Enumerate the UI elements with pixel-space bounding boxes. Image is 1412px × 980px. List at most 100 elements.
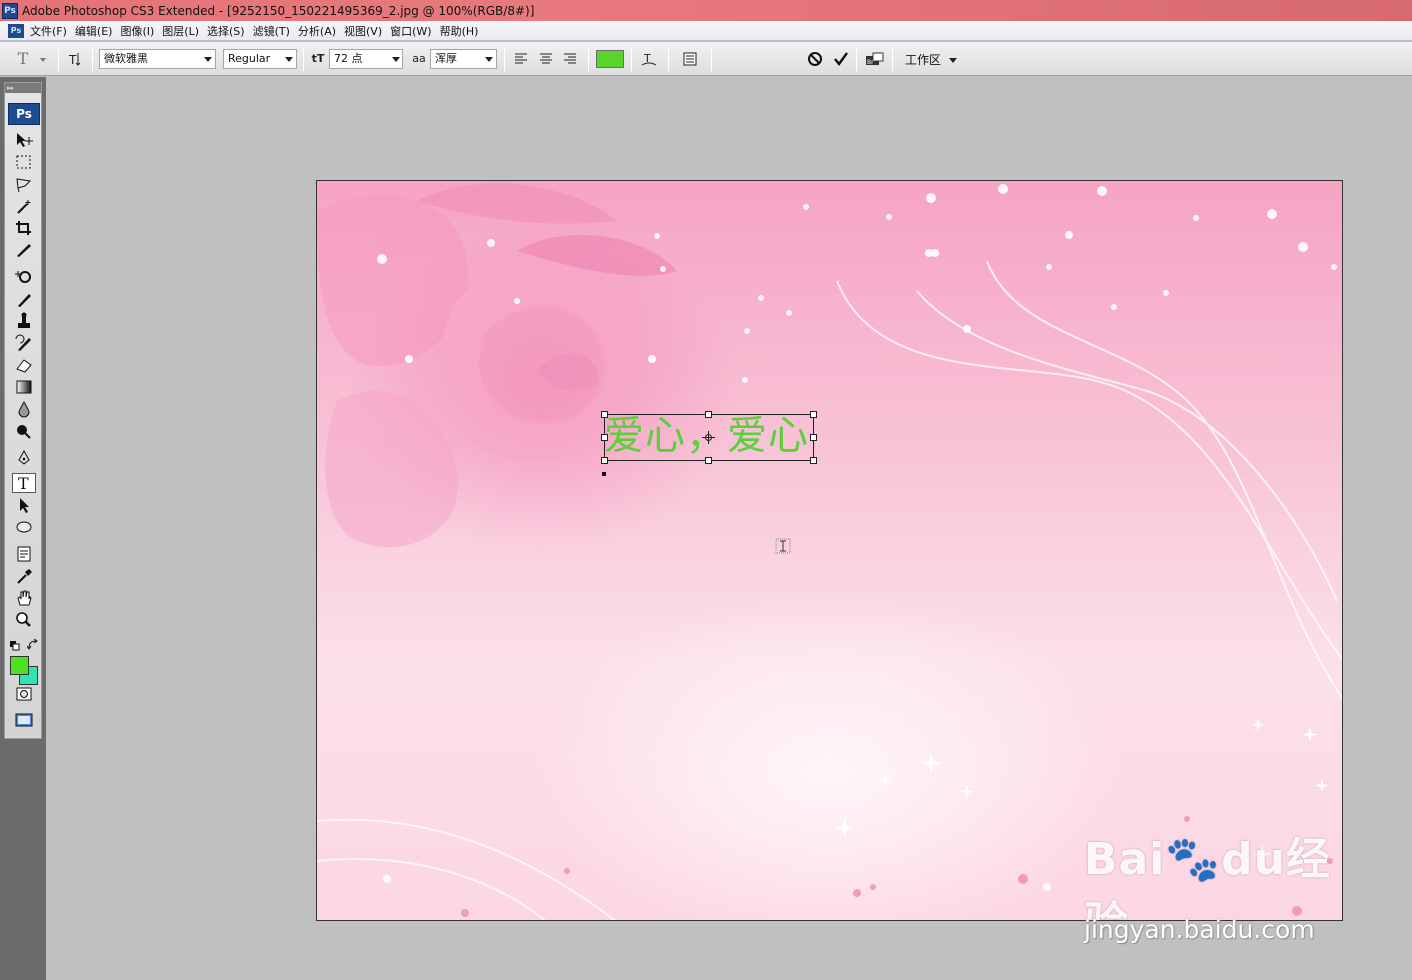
text-color-swatch[interactable] [596, 50, 624, 68]
separator [504, 47, 505, 71]
separator [58, 47, 59, 71]
transform-handle[interactable] [810, 434, 817, 441]
svg-text:T: T [18, 474, 29, 492]
font-style-select[interactable]: Regular [223, 49, 297, 69]
chevron-down-icon[interactable] [392, 57, 400, 62]
transform-handle[interactable] [705, 411, 712, 418]
quick-mask-icon[interactable] [12, 685, 36, 705]
magic-wand-tool-icon[interactable] [12, 197, 36, 217]
default-colors-icon[interactable] [10, 640, 20, 651]
window-title: Adobe Photoshop CS3 Extended - [9252150_… [22, 3, 535, 18]
watermark-url: jingyan.baidu.com [1084, 915, 1315, 944]
menu-layer[interactable]: 图层(L) [162, 23, 207, 39]
menu-help[interactable]: 帮助(H) [440, 23, 487, 39]
reference-point-icon[interactable] [702, 431, 715, 444]
cancel-edits-icon[interactable] [806, 50, 824, 68]
font-size-value: 72 点 [334, 52, 363, 65]
app-logo-icon: Ps [2, 2, 18, 19]
eyedropper-tool-icon[interactable] [12, 567, 36, 587]
transform-handle[interactable] [705, 457, 712, 464]
menu-window[interactable]: 窗口(W) [390, 23, 439, 39]
background-artwork [317, 183, 1342, 920]
separator [92, 47, 93, 71]
font-family-select[interactable]: 微软雅黑 [99, 49, 216, 69]
marquee-tool-icon[interactable] [12, 153, 36, 173]
character-panel-icon[interactable] [681, 50, 699, 68]
commit-edits-icon[interactable] [832, 50, 850, 68]
transform-handle[interactable] [601, 434, 608, 441]
dodge-tool-icon[interactable] [12, 422, 36, 442]
transform-handle[interactable] [810, 457, 817, 464]
separator [856, 47, 857, 71]
antialias-select[interactable]: 浑厚 [430, 49, 497, 69]
lasso-tool-icon[interactable] [12, 175, 36, 195]
transform-handle[interactable] [601, 411, 608, 418]
swap-colors-icon[interactable] [26, 638, 39, 651]
ps-badge-icon[interactable]: Ps [8, 103, 40, 125]
chevron-down-icon [485, 57, 493, 62]
brush-tool-icon[interactable] [12, 290, 36, 310]
pen-tool-icon[interactable] [12, 449, 36, 469]
toolbox-grip[interactable]: ▸▸ [5, 83, 41, 93]
chevron-down-icon [204, 57, 212, 62]
move-tool-icon[interactable] [12, 131, 36, 151]
blur-tool-icon[interactable] [12, 400, 36, 420]
toolbox: ▸▸ Ps T [4, 82, 42, 739]
workspace-menu[interactable]: 工作区 [905, 51, 957, 68]
tool-preset-icon[interactable]: T [14, 50, 32, 68]
title-bar: Ps Adobe Photoshop CS3 Extended - [92521… [0, 0, 1412, 21]
transform-handle[interactable] [601, 457, 608, 464]
crop-tool-icon[interactable] [12, 219, 36, 239]
menu-file[interactable]: 文件(F) [30, 23, 75, 39]
separator [711, 47, 712, 71]
workspace-label: 工作区 [905, 53, 942, 67]
antialias-icon: aa [412, 52, 426, 65]
watermark: Bai🐾du经验 [1084, 823, 1342, 920]
separator [668, 47, 669, 71]
text-orientation-icon[interactable]: T [66, 50, 84, 68]
menu-filter[interactable]: 滤镜(T) [253, 23, 298, 39]
svg-text:Br: Br [867, 59, 874, 66]
antialias-value: 浑厚 [435, 52, 457, 65]
menu-bar: Ps 文件(F) 编辑(E) 图像(I) 图层(L) 选择(S) 滤镜(T) 分… [0, 21, 1412, 41]
menu-image[interactable]: 图像(I) [120, 23, 162, 39]
chevron-down-icon [285, 57, 293, 62]
menu-analysis[interactable]: 分析(A) [298, 23, 344, 39]
clone-stamp-tool-icon[interactable] [12, 312, 36, 332]
options-bar: T T 微软雅黑 Regular tT 72 点 aa 浑厚 T Br 工作区 [0, 42, 1412, 76]
type-tool-icon[interactable]: T [12, 473, 36, 493]
zoom-tool-icon[interactable] [12, 611, 36, 631]
menu-edit[interactable]: 编辑(E) [75, 23, 121, 39]
path-selection-tool-icon[interactable] [12, 496, 36, 516]
align-right-icon[interactable] [561, 50, 579, 68]
font-size-input[interactable]: 72 点 [329, 49, 403, 69]
font-family-value: 微软雅黑 [104, 52, 148, 65]
chevron-down-icon [948, 58, 957, 63]
eraser-tool-icon[interactable] [12, 356, 36, 376]
text-layer-bounding-box[interactable]: 爱心，爱心 [601, 411, 817, 476]
notes-tool-icon[interactable] [12, 545, 36, 565]
menu-view[interactable]: 视图(V) [344, 23, 390, 39]
transform-handle[interactable] [810, 411, 817, 418]
ibeam-cursor-icon [775, 538, 791, 554]
text-baseline-marker [602, 472, 606, 476]
warp-text-icon[interactable]: T [640, 50, 658, 68]
foreground-color-swatch[interactable] [10, 656, 29, 675]
hand-tool-icon[interactable] [12, 589, 36, 609]
app-menu-icon[interactable]: Ps [8, 23, 24, 38]
ellipse-tool-icon[interactable] [12, 518, 36, 538]
align-left-icon[interactable] [512, 50, 530, 68]
bridge-icon[interactable]: Br [864, 50, 886, 68]
tool-preset-arrow-icon[interactable] [40, 58, 46, 62]
healing-brush-tool-icon[interactable] [12, 268, 36, 288]
menu-select[interactable]: 选择(S) [207, 23, 253, 39]
history-brush-tool-icon[interactable] [12, 334, 36, 354]
font-size-icon: tT [311, 52, 325, 65]
slice-tool-icon[interactable] [12, 241, 36, 261]
gradient-tool-icon[interactable] [12, 378, 36, 398]
document-canvas[interactable]: 爱心，爱心 Bai🐾du经验 [316, 180, 1343, 921]
separator [588, 47, 589, 71]
screen-mode-icon[interactable] [12, 711, 36, 731]
align-center-icon[interactable] [537, 50, 555, 68]
separator [892, 47, 893, 71]
